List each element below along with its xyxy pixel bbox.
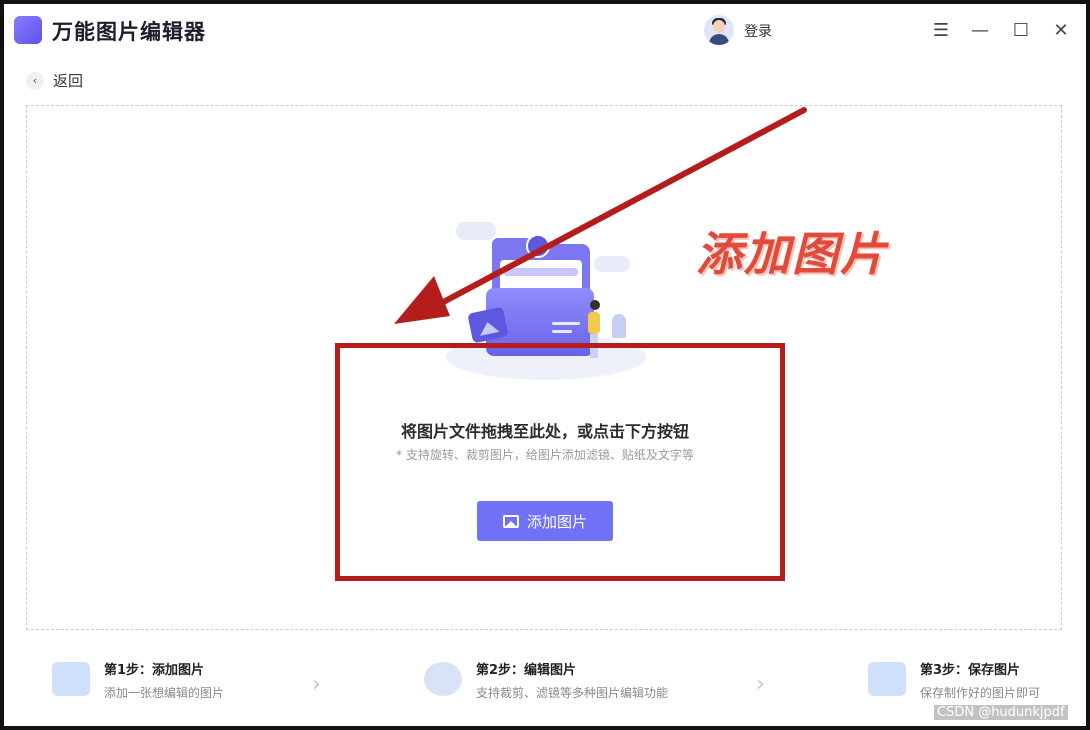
step-2: 第2步：编辑图片 支持裁剪、滤镜等多种图片编辑功能 [424, 662, 668, 702]
annotation-label: 添加图片 [696, 227, 888, 281]
hamburger-icon[interactable]: ☰ [926, 16, 956, 44]
step-3: 第3步：保存图片 保存制作好的图片即可 [868, 662, 1040, 702]
add-picture-icon [52, 662, 90, 696]
step-title: 第1步：添加图片 [104, 663, 205, 678]
step-title: 第2步：编辑图片 [476, 663, 577, 678]
chevron-right-icon: › [756, 672, 765, 697]
step-title: 第3步：保存图片 [920, 663, 1021, 678]
gear-icon [424, 662, 462, 696]
back-label: 返回 [53, 72, 84, 90]
chevron-right-icon: › [312, 672, 321, 697]
avatar[interactable] [704, 15, 734, 45]
close-icon[interactable]: ✕ [1046, 16, 1076, 44]
back-button[interactable]: ‹ 返回 [26, 70, 83, 91]
step-desc: 添加一张想编辑的图片 [104, 686, 225, 700]
title-bar: 万能图片编辑器 登录 ☰ — ☐ ✕ [4, 4, 1086, 56]
chevron-left-icon: ‹ [26, 71, 44, 90]
minimize-icon[interactable]: — [965, 16, 995, 44]
watermark: CSDN @hudunkjpdf [934, 705, 1068, 720]
step-desc: 支持裁剪、滤镜等多种图片编辑功能 [476, 686, 669, 700]
app-title: 万能图片编辑器 [52, 20, 206, 44]
annotation-highlight-box [335, 343, 785, 581]
step-desc: 保存制作好的图片即可 [920, 686, 1041, 700]
step-1: 第1步：添加图片 添加一张想编辑的图片 [52, 662, 224, 702]
app-logo-icon [14, 16, 42, 44]
login-link[interactable]: 登录 [744, 21, 772, 41]
maximize-icon[interactable]: ☐ [1006, 16, 1036, 44]
app-window: 万能图片编辑器 登录 ☰ — ☐ ✕ ‹ 返回 将图片文件拖拽至此处，或点击下方… [4, 4, 1086, 726]
save-picture-icon [868, 662, 906, 696]
